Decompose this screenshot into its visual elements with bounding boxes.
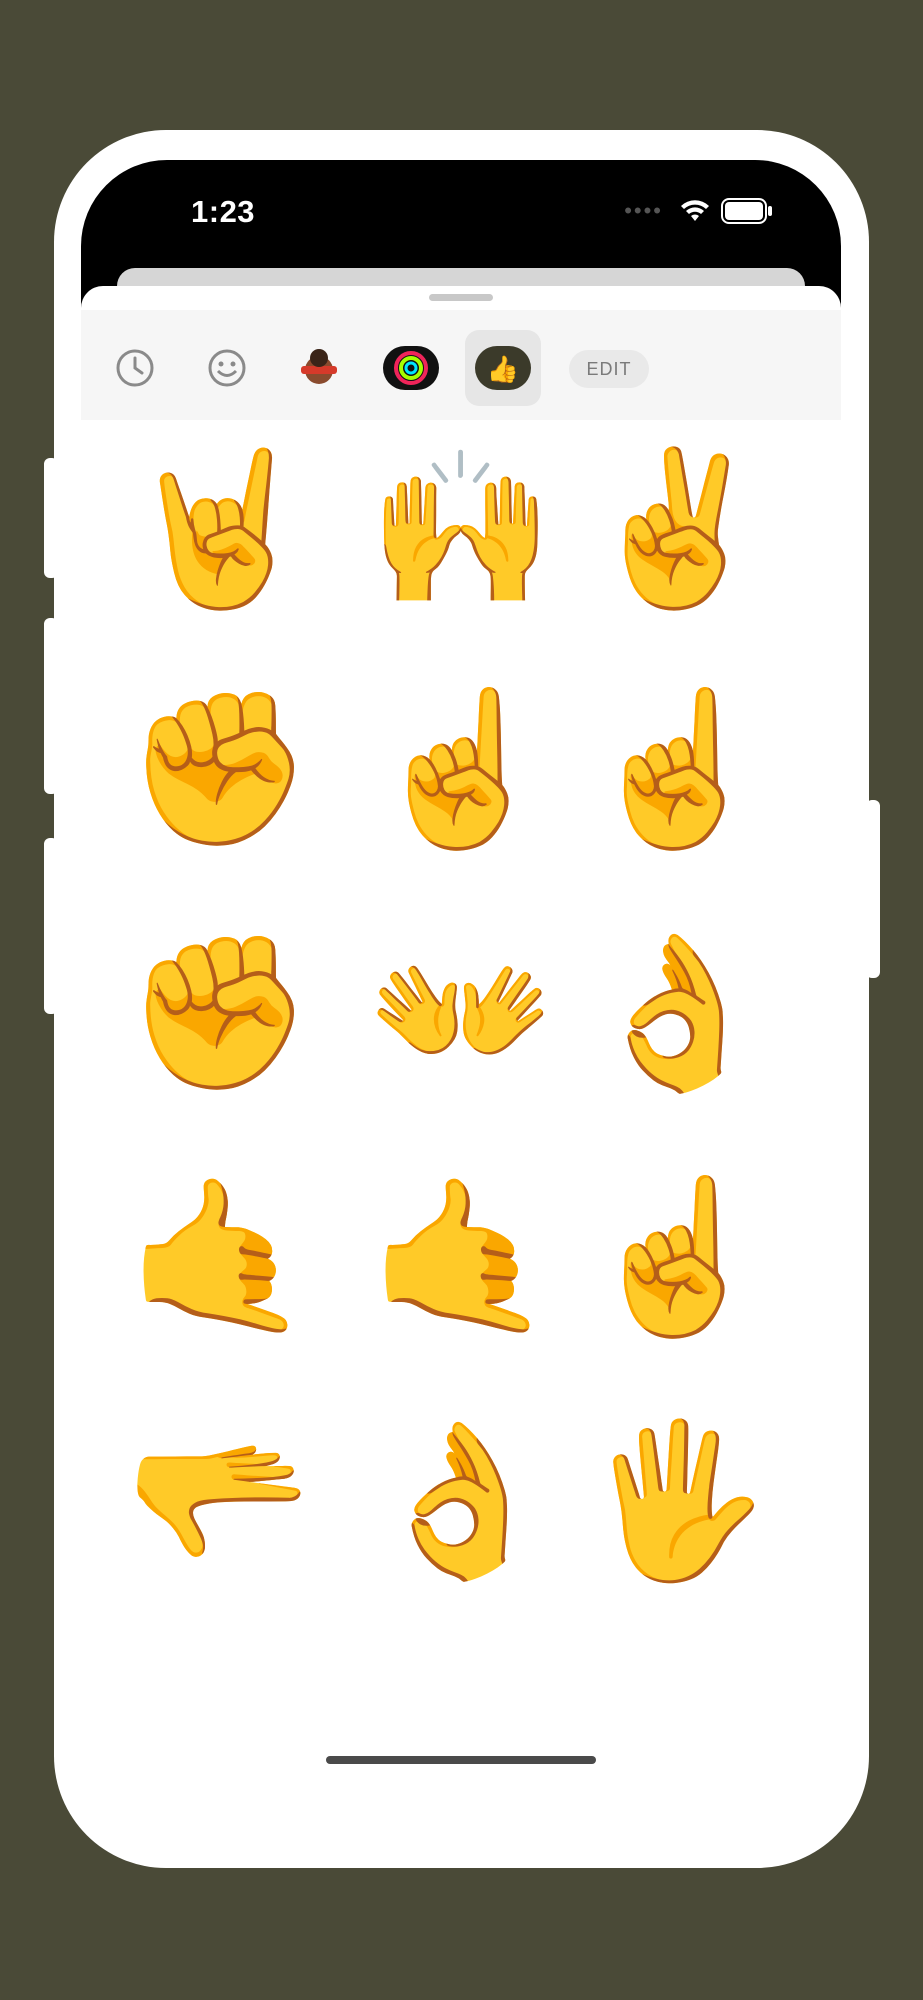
sticker-sheet[interactable]: 👍 EDIT 🤘🙌✌️✊☝️☝️✊👐👌🤙🤙☝️🫳👌🖐️ 🖐️ 🫶 ☝️ 🫶 🎈 <box>81 286 841 1790</box>
coffee-hand-sticker[interactable]: 🤙 <box>111 1148 327 1364</box>
sticker-image: ✊ <box>125 928 313 1096</box>
sticker-category-toolbar: 👍 EDIT <box>81 310 841 420</box>
edit-button[interactable]: EDIT <box>569 350 649 388</box>
sticker-image: 👌 <box>367 1416 555 1584</box>
sticker-image: ☝️ <box>583 1172 771 1340</box>
sticker-image: ☝️ <box>367 684 555 852</box>
memoji-sticker-icon[interactable] <box>281 330 357 406</box>
ok-sign-hand-sticker[interactable]: 👌 <box>353 1392 569 1608</box>
sticker-image: 🖐️ <box>583 1416 771 1584</box>
phone-screen: 1:23 •••• 👍 EDIT 🤘 🙌 ✌️ ✊ ☝️ ☝️ ✊ 👐 👌 🤙 … <box>81 160 841 1790</box>
cellular-icon: •••• <box>624 198 663 223</box>
clapping-hands-sticker[interactable]: 🙌 <box>353 420 569 636</box>
fist-sticker[interactable]: ✊ <box>111 660 327 876</box>
index-up-hand-sticker[interactable]: ☝️ <box>569 1148 785 1364</box>
sticker-image: ✊ <box>125 684 313 852</box>
recent-clock-icon[interactable] <box>97 330 173 406</box>
sticker-image: ☝️ <box>583 684 771 852</box>
two-hands-sticker[interactable]: 👐 <box>353 904 569 1120</box>
open-hand-sticker[interactable]: 🖐️ <box>569 1392 785 1608</box>
question-hand-sticker[interactable]: 🫳 <box>111 1392 327 1608</box>
pointing-up-hand-sticker[interactable]: ☝️ <box>353 660 569 876</box>
peace-rainbow-sticker[interactable]: ✌️ <box>569 420 785 636</box>
monocle-hand-sticker[interactable]: ☝️ <box>569 660 785 876</box>
rock-on-hand-sticker[interactable]: 🤘 <box>111 420 327 636</box>
status-indicators: •••• <box>624 198 773 224</box>
wifi-icon <box>681 200 709 221</box>
sticker-image: 🤙 <box>125 1172 313 1340</box>
sticker-image: 🤘 <box>125 444 313 612</box>
home-indicator[interactable] <box>326 1756 596 1764</box>
angry-fist-sticker[interactable]: ✊ <box>111 904 327 1120</box>
sticker-image: ✌️ <box>583 444 771 612</box>
sticker-image: 🤙 <box>367 1172 555 1340</box>
sticker-image: 🙌 <box>367 444 555 612</box>
svg-text:👍: 👍 <box>487 354 519 384</box>
status-time: 1:23 <box>191 194 256 229</box>
battery-icon <box>721 198 772 224</box>
thumbs-up-sticker-icon[interactable]: 👍 <box>465 330 541 406</box>
sticker-image: 👌 <box>583 928 771 1096</box>
smiley-icon[interactable] <box>189 330 265 406</box>
sticker-grid: 🤘 🙌 ✌️ ✊ ☝️ ☝️ ✊ 👐 👌 🤙 🤙 ☝️ 🫳 👌 🖐️ <box>81 420 841 1670</box>
sticker-image: 👐 <box>367 928 555 1096</box>
sunglasses-shaka-sticker[interactable]: 🤙 <box>353 1148 569 1364</box>
ok-hand-sticker[interactable]: 👌 <box>569 904 785 1120</box>
activity-rings-icon[interactable] <box>373 330 449 406</box>
sheet-grabber[interactable] <box>429 294 493 301</box>
sticker-image: 🫳 <box>125 1416 313 1584</box>
